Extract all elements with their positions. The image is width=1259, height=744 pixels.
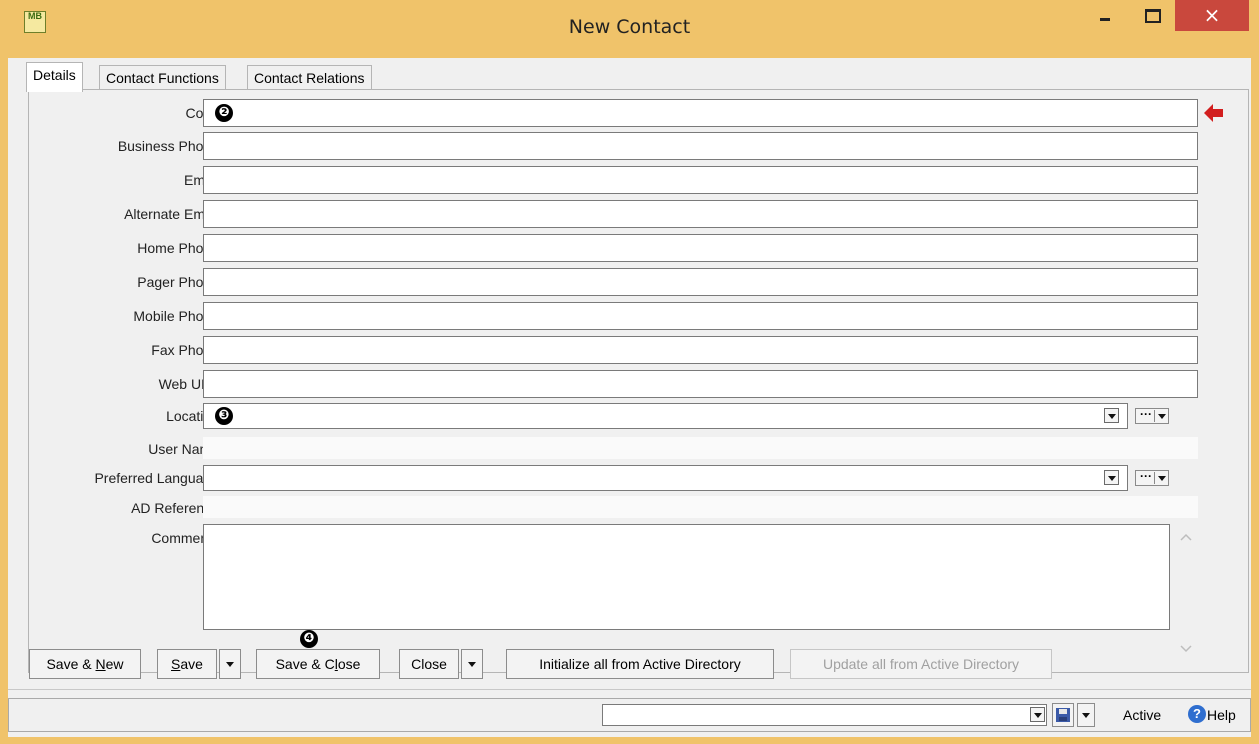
status-dropdown-arrow-icon[interactable] <box>1030 707 1045 722</box>
help-icon[interactable]: ? <box>1188 705 1206 723</box>
new-contact-window: MB New Contact × Details Contact Functio… <box>0 0 1259 744</box>
email-input[interactable] <box>204 167 1197 193</box>
details-panel: Code ❷ Business Phone Email Alternate Em… <box>28 89 1249 673</box>
business-phone-input[interactable] <box>204 133 1197 159</box>
language-dropdown-arrow-icon[interactable] <box>1104 470 1119 485</box>
initialize-from-ad-button[interactable]: Initialize all from Active Directory <box>506 649 774 679</box>
business-phone-label: Business Phone <box>117 138 219 154</box>
email-field[interactable] <box>203 166 1198 194</box>
tab-contact-functions[interactable]: Contact Functions <box>99 65 226 90</box>
ad-reference-label: AD Reference <box>131 500 219 516</box>
user-name-field <box>203 437 1198 459</box>
email-label: Email <box>183 172 219 188</box>
language-browse-button[interactable]: ··· <box>1135 469 1169 486</box>
close-dropdown-button[interactable] <box>461 649 483 679</box>
fax-phone-input[interactable] <box>204 337 1197 363</box>
minimize-button[interactable] <box>1083 0 1127 30</box>
home-phone-input[interactable] <box>204 235 1197 261</box>
save-accelerator: S <box>171 656 181 672</box>
preferred-language-label: Preferred Language <box>94 470 219 486</box>
web-url-label: Web URL <box>158 376 219 392</box>
pager-phone-field[interactable] <box>203 268 1198 296</box>
ellipsis-icon: ··· <box>1140 407 1152 421</box>
save-dropdown-button[interactable] <box>219 649 241 679</box>
scroll-down-icon[interactable] <box>1180 644 1192 654</box>
location-select[interactable] <box>203 403 1128 429</box>
status-bar-frame: Active ? Help <box>8 698 1251 732</box>
alternate-email-input[interactable] <box>204 201 1197 227</box>
save-new-accelerator: N <box>95 656 106 672</box>
location-browse-button[interactable]: ··· <box>1135 407 1169 424</box>
tab-contact-relations[interactable]: Contact Relations <box>247 65 372 90</box>
status-bar: Active ? Help <box>8 689 1251 737</box>
alternate-email-field[interactable] <box>203 200 1198 228</box>
save-close-label-rest: ose <box>337 656 361 672</box>
title-bar[interactable]: MB New Contact × <box>0 0 1259 58</box>
comments-textarea[interactable] <box>204 525 1173 633</box>
scroll-up-icon[interactable] <box>1180 532 1192 542</box>
mobile-phone-field[interactable] <box>203 302 1198 330</box>
location-label: Location <box>166 408 219 424</box>
ad-reference-field <box>203 496 1198 518</box>
annotation-badge-4: ❹ <box>300 630 318 648</box>
close-window-button[interactable]: × <box>1175 0 1249 31</box>
comments-field[interactable] <box>203 524 1173 633</box>
home-phone-label: Home Phone <box>137 240 219 256</box>
home-phone-field[interactable] <box>203 234 1198 262</box>
fax-phone-field[interactable] <box>203 336 1198 364</box>
alternate-email-label: Alternate Email <box>124 206 219 222</box>
help-link[interactable]: Help <box>1207 707 1236 723</box>
status-combo[interactable] <box>602 704 1047 726</box>
window-title: New Contact <box>568 16 691 38</box>
save-new-label-rest: ew <box>105 656 124 672</box>
chevron-down-icon <box>1158 476 1166 481</box>
save-icon-dropdown-button[interactable] <box>1077 703 1095 727</box>
web-url-field[interactable] <box>203 370 1198 398</box>
close-icon: × <box>1203 3 1221 27</box>
ellipsis-icon: ··· <box>1140 469 1152 483</box>
location-dropdown-arrow-icon[interactable] <box>1104 408 1119 423</box>
dialog-client-area: Details Contact Functions Contact Relati… <box>8 58 1251 737</box>
annotation-badge-2: ❷ <box>215 104 233 122</box>
web-url-input[interactable] <box>204 371 1197 397</box>
save-button[interactable]: Save <box>157 649 217 679</box>
code-field[interactable] <box>203 99 1198 127</box>
update-from-ad-button: Update all from Active Directory <box>790 649 1052 679</box>
split-separator <box>1154 472 1155 484</box>
pager-phone-input[interactable] <box>204 269 1197 295</box>
mobile-phone-label: Mobile Phone <box>133 308 219 324</box>
close-button[interactable]: Close <box>399 649 459 679</box>
floppy-disk-icon <box>1056 708 1070 722</box>
save-label-rest: ave <box>180 656 203 672</box>
business-phone-field[interactable] <box>203 132 1198 160</box>
preferred-language-select[interactable] <box>203 465 1128 491</box>
tab-details[interactable]: Details <box>26 62 83 92</box>
user-name-label: User Name <box>148 441 219 457</box>
code-label: Code <box>29 105 219 121</box>
save-new-label: Save & <box>46 656 96 672</box>
mobile-phone-input[interactable] <box>204 303 1197 329</box>
pager-phone-label: Pager Phone <box>137 274 219 290</box>
maximize-button[interactable] <box>1130 0 1174 30</box>
chevron-down-icon <box>1158 414 1166 419</box>
save-icon[interactable] <box>1052 703 1074 727</box>
required-arrow-icon <box>1204 104 1223 122</box>
save-close-button[interactable]: Save & Close <box>256 649 380 679</box>
fax-phone-label: Fax Phone <box>151 342 219 358</box>
save-close-label: Save & C <box>275 656 335 672</box>
record-status-text: Active <box>1123 707 1162 723</box>
split-separator <box>1154 410 1155 422</box>
comments-label: Comments <box>151 530 219 546</box>
save-new-button[interactable]: Save & New <box>29 649 141 679</box>
code-input[interactable] <box>204 100 1197 126</box>
annotation-badge-3: ❸ <box>215 407 233 425</box>
